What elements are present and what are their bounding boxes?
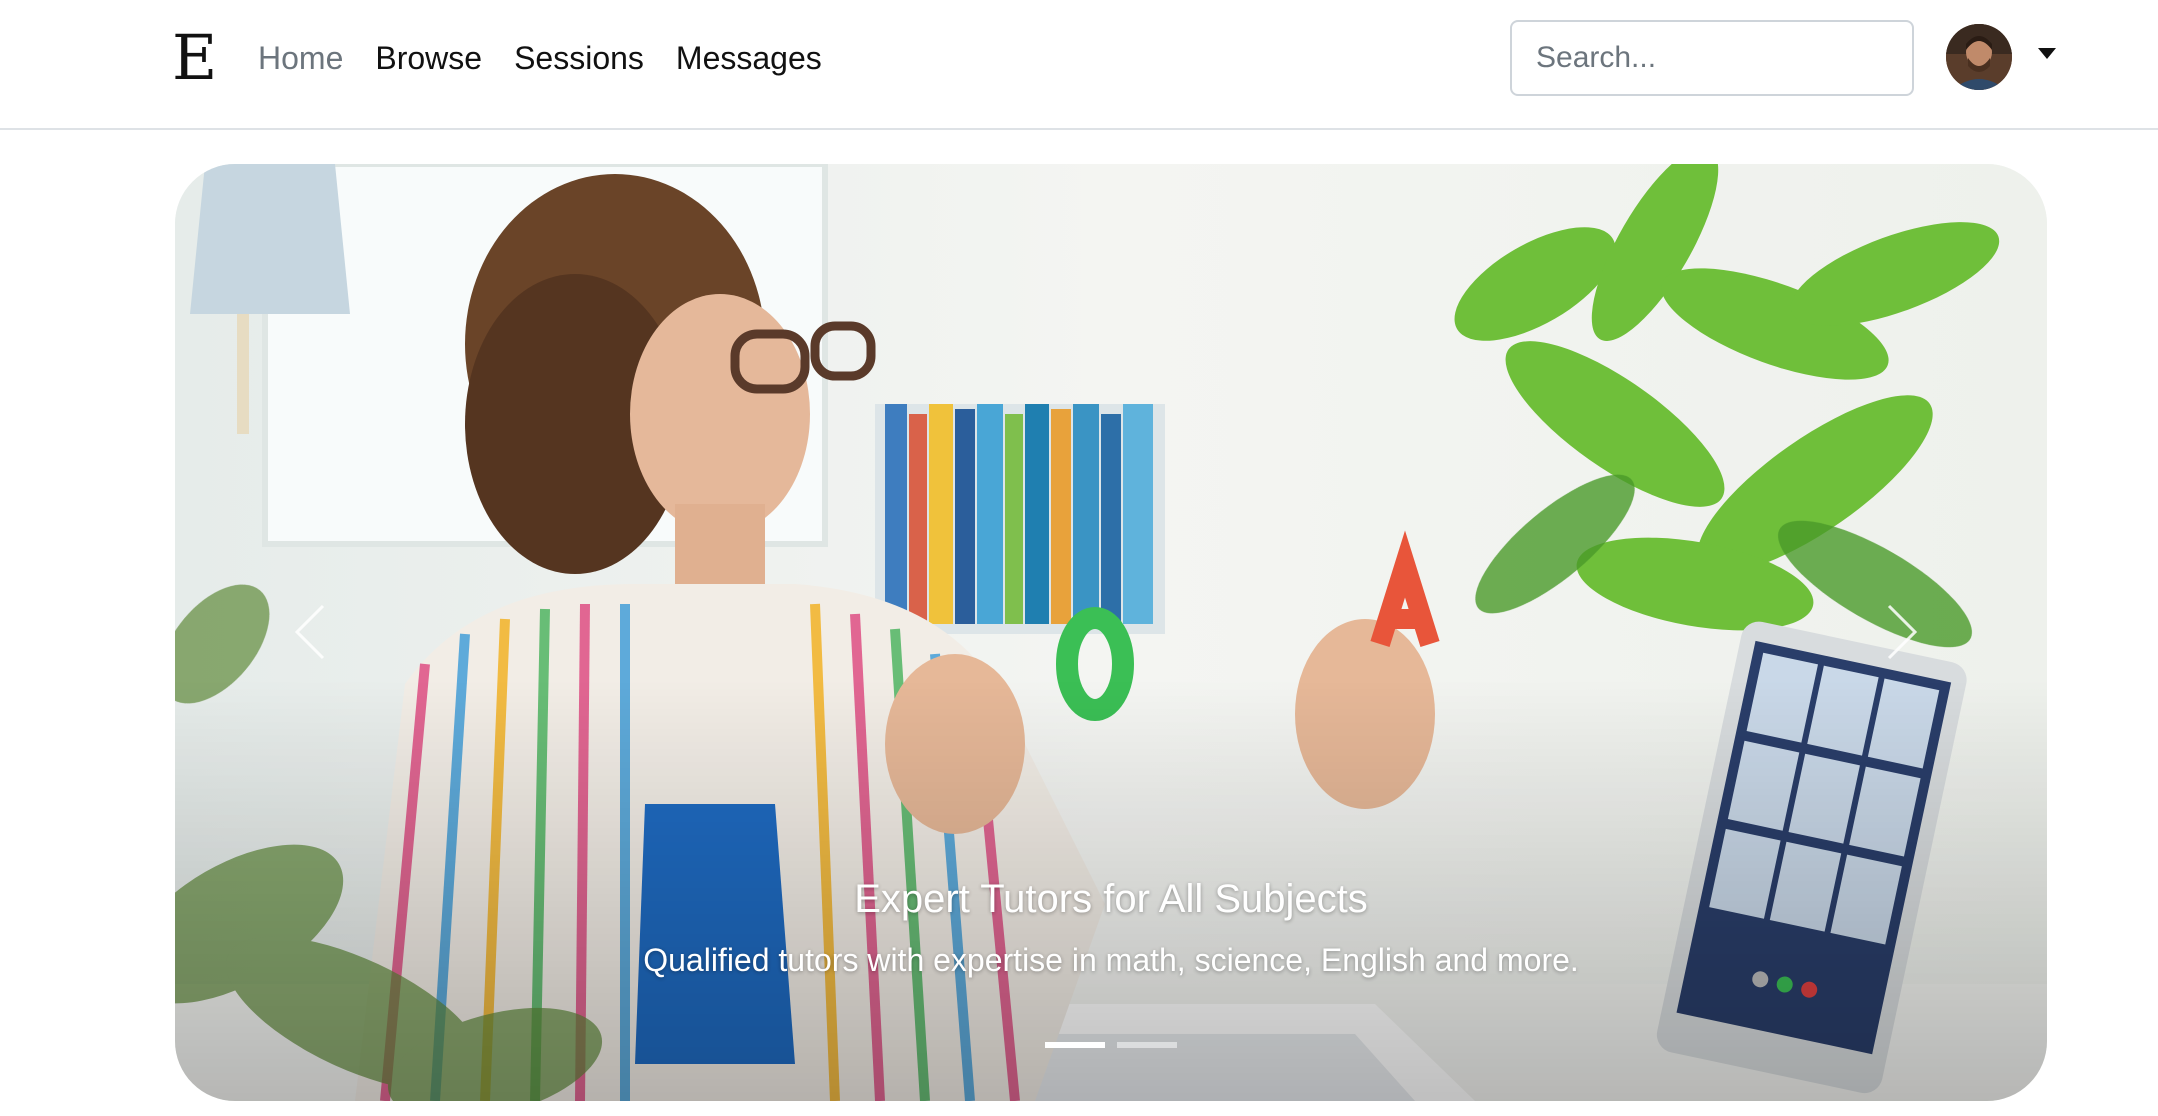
brand-logo[interactable]: E xyxy=(172,22,217,94)
chevron-right-icon xyxy=(1887,604,1917,660)
nav-link-messages[interactable]: Messages xyxy=(676,38,822,78)
nav-link-sessions[interactable]: Sessions xyxy=(514,38,644,78)
nav-link-browse[interactable]: Browse xyxy=(375,38,482,78)
carousel-caption-text: Qualified tutors with expertise in math,… xyxy=(643,942,1579,978)
caret-down-icon xyxy=(2038,48,2056,59)
carousel-indicators xyxy=(175,1042,2047,1048)
nav-links: Home Browse Sessions Messages xyxy=(258,38,822,78)
chevron-left-icon xyxy=(295,604,325,660)
search-input[interactable] xyxy=(1510,20,1914,96)
navbar: E Home Browse Sessions Messages xyxy=(0,0,2158,130)
carousel-indicator-1[interactable] xyxy=(1045,1042,1105,1048)
carousel-caption-title: Expert Tutors for All Subjects xyxy=(854,877,1368,921)
user-avatar-icon xyxy=(1946,24,2012,90)
carousel-indicator-2[interactable] xyxy=(1117,1042,1177,1048)
hero-carousel: Expert Tutors for All Subjects Qualified… xyxy=(175,164,2047,1101)
nav-link-home[interactable]: Home xyxy=(258,38,343,78)
user-menu-toggle[interactable] xyxy=(1946,24,2056,92)
